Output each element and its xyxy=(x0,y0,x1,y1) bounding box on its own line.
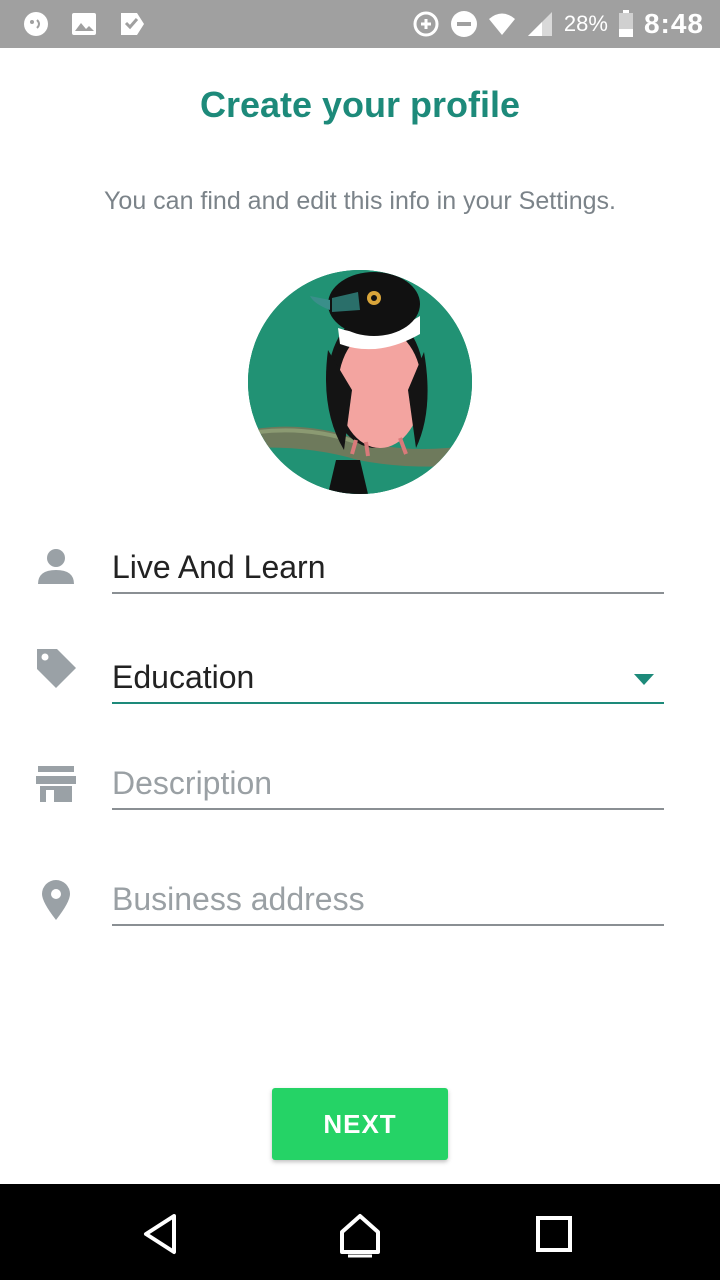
navigation-bar xyxy=(0,1184,720,1280)
page-subtitle: You can find and edit this info in your … xyxy=(104,187,616,215)
wifi-icon xyxy=(488,10,516,38)
chat-bubble-icon xyxy=(22,10,50,38)
battery-percent: 28% xyxy=(563,11,608,36)
page-title: Create your profile xyxy=(199,84,521,125)
category-dropdown[interactable]: Education xyxy=(112,652,664,704)
dropdown-arrow-icon xyxy=(634,674,654,685)
next-button[interactable]: NEXT xyxy=(272,1088,448,1160)
category-value: Education xyxy=(112,659,255,695)
business-name-field[interactable]: Live And Learn xyxy=(112,542,664,594)
status-bar: 28% 8:48 xyxy=(0,0,720,48)
bird-photo xyxy=(248,270,472,494)
store-icon xyxy=(34,762,78,806)
address-placeholder: Business address xyxy=(112,881,365,917)
battery-icon xyxy=(618,10,634,38)
clock: 8:48 xyxy=(643,8,704,39)
check-tag-icon xyxy=(118,10,146,38)
data-saver-icon xyxy=(412,10,440,38)
do-not-disturb-icon xyxy=(450,10,478,38)
business-name-value: Live And Learn xyxy=(112,549,326,585)
profile-photo[interactable] xyxy=(248,270,472,494)
signal-icon xyxy=(526,10,554,38)
description-field[interactable]: Description xyxy=(112,758,664,810)
business-address-field[interactable]: Business address xyxy=(112,874,664,926)
recents-icon[interactable] xyxy=(530,1210,578,1258)
location-pin-icon xyxy=(34,878,78,922)
person-icon xyxy=(34,544,78,588)
description-placeholder: Description xyxy=(112,765,273,801)
back-icon[interactable] xyxy=(136,1210,184,1258)
tag-icon xyxy=(34,646,78,690)
image-icon xyxy=(70,10,98,38)
home-icon[interactable] xyxy=(336,1210,384,1258)
